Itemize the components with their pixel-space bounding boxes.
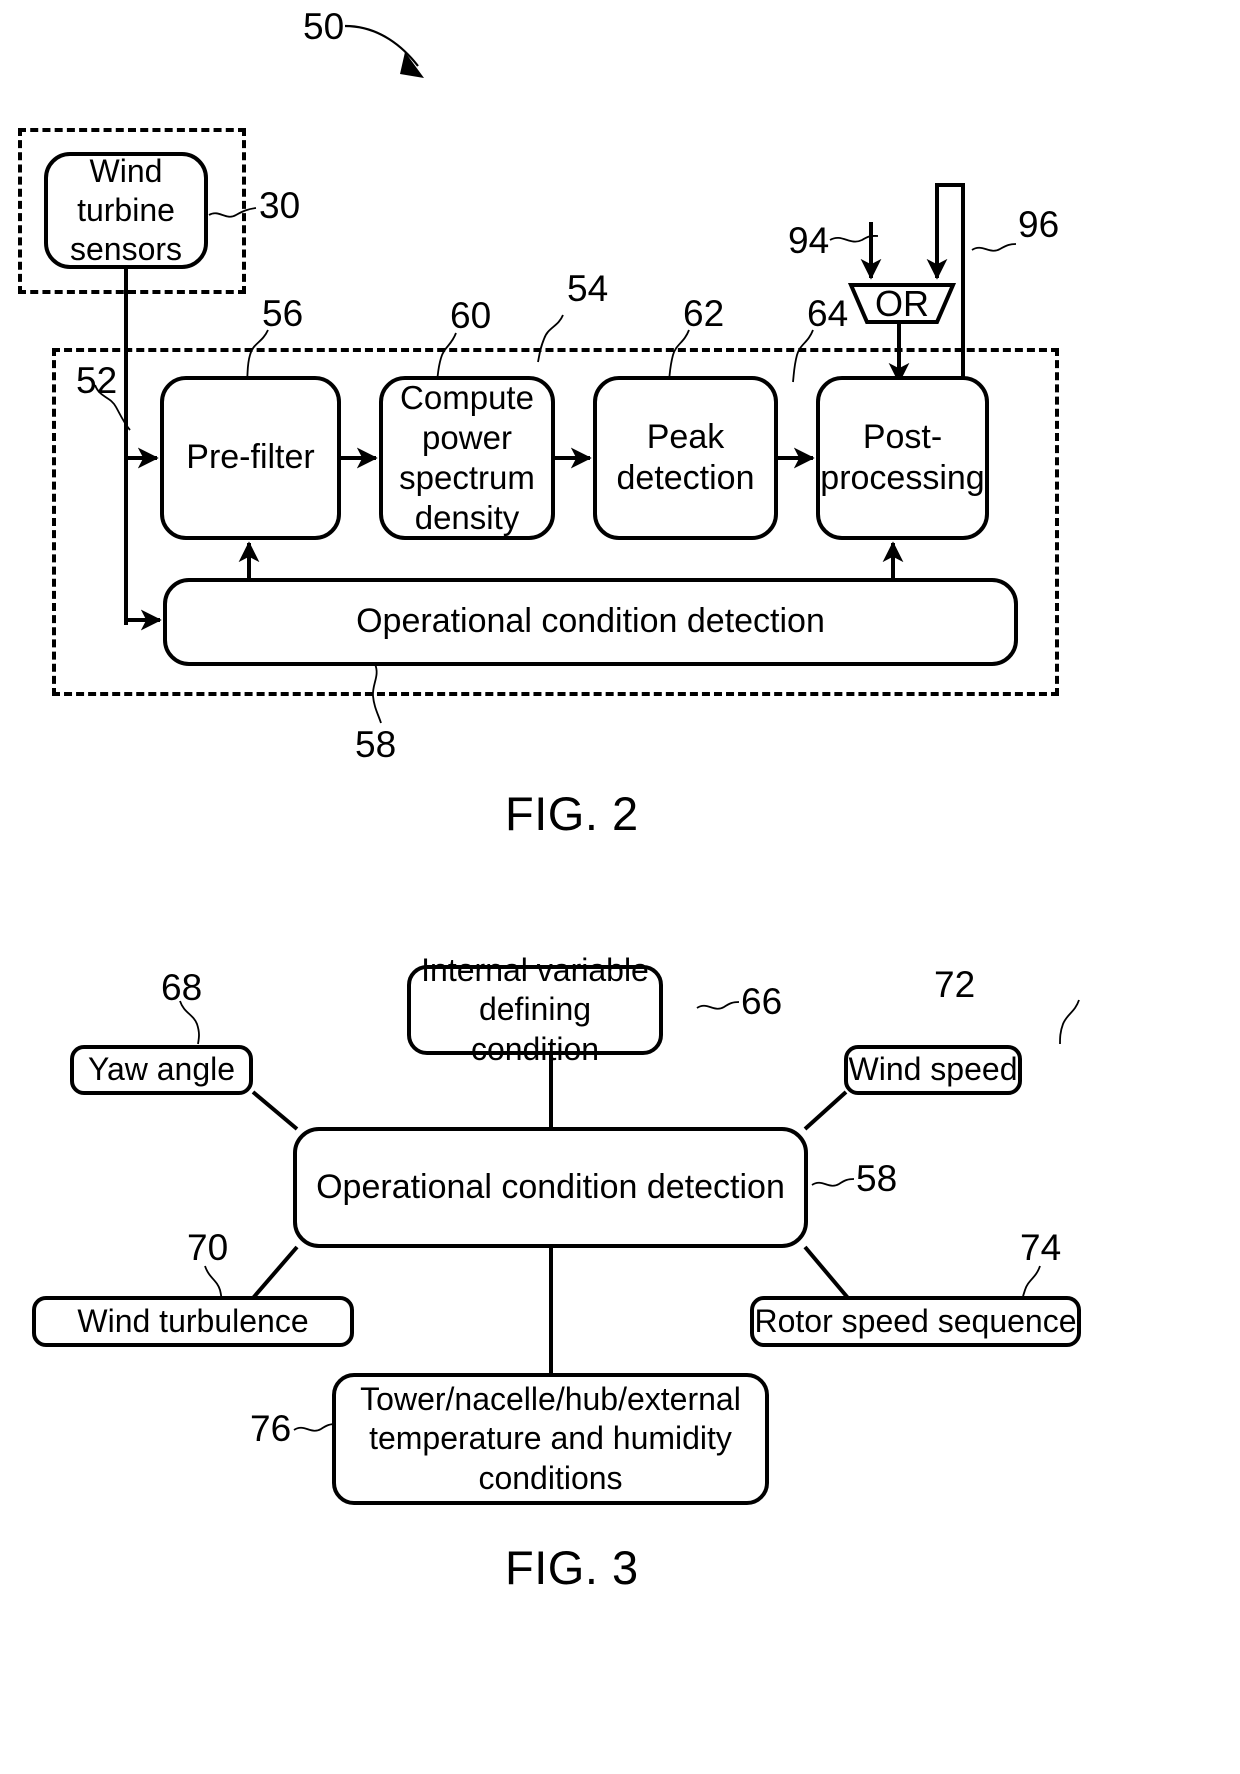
ref-numeral-72: 72 bbox=[934, 964, 976, 1005]
ref-numeral-68: 68 bbox=[161, 967, 203, 1008]
connector-70 bbox=[251, 1245, 299, 1300]
node-label: Wind turbine sensors bbox=[69, 152, 183, 268]
connector-72 bbox=[803, 1090, 848, 1131]
node-label: Yaw angle bbox=[87, 1051, 236, 1088]
or-gate-text: OR bbox=[875, 282, 929, 324]
ref-66-leader bbox=[696, 1001, 740, 1010]
node-label: Post-processing bbox=[820, 417, 985, 497]
patent-figure-sheet: Wind turbine sensors Pre-filter Compute … bbox=[0, 0, 1240, 1774]
node-pre-filter[interactable]: Pre-filter bbox=[160, 376, 341, 540]
figure-2-caption: FIG. 2 bbox=[505, 787, 639, 840]
ref-96-leader bbox=[971, 243, 1017, 252]
node-wind-turbine-sensors[interactable]: Wind turbine sensors bbox=[44, 152, 208, 269]
or-gate-label: OR bbox=[873, 282, 931, 324]
ref-numeral-30: 30 bbox=[259, 185, 301, 226]
ref-50-leader bbox=[344, 24, 424, 78]
ref-numeral-58-fig2: 58 bbox=[355, 724, 397, 765]
node-temperature-humidity[interactable]: Tower/nacelle/hub/external temperature a… bbox=[332, 1373, 769, 1505]
ref-numeral-58-fig3: 58 bbox=[856, 1158, 898, 1199]
ref-numeral-94: 94 bbox=[788, 220, 830, 261]
node-compute-psd[interactable]: Compute power spectrum density bbox=[379, 376, 555, 540]
node-label: Tower/nacelle/hub/external temperature a… bbox=[360, 1381, 741, 1496]
node-wind-speed[interactable]: Wind speed bbox=[844, 1045, 1022, 1095]
node-label: Compute power spectrum density bbox=[399, 378, 535, 537]
ref-numeral-54: 54 bbox=[567, 268, 609, 309]
node-operational-condition-detection-fig2[interactable]: Operational condition detection bbox=[163, 578, 1018, 666]
node-label: Peak detection bbox=[616, 417, 755, 497]
node-rotor-speed-sequence[interactable]: Rotor speed sequence bbox=[750, 1296, 1081, 1347]
connector-68 bbox=[251, 1090, 299, 1131]
node-label: Wind turbulence bbox=[77, 1302, 309, 1339]
node-label: Wind speed bbox=[848, 1051, 1018, 1088]
node-label: Rotor speed sequence bbox=[754, 1302, 1077, 1339]
ref-numeral-52: 52 bbox=[76, 360, 118, 401]
ref-numeral-76: 76 bbox=[250, 1408, 292, 1449]
node-internal-variable[interactable]: Internal variable defining condition bbox=[407, 952, 663, 1067]
node-label: Pre-filter bbox=[186, 438, 315, 477]
ref-58b-leader bbox=[811, 1178, 855, 1187]
ref-numeral-60: 60 bbox=[450, 295, 492, 336]
ref-numeral-62: 62 bbox=[683, 293, 725, 334]
ref-numeral-56: 56 bbox=[262, 293, 304, 334]
connector-74 bbox=[803, 1245, 850, 1300]
ref-numeral-70: 70 bbox=[187, 1227, 229, 1268]
node-label: Operational condition detection bbox=[356, 602, 825, 641]
node-post-processing[interactable]: Post-processing bbox=[816, 376, 989, 540]
ref-numeral-74: 74 bbox=[1020, 1227, 1062, 1268]
node-peak-detection[interactable]: Peak detection bbox=[593, 376, 778, 540]
node-label: Operational condition detection bbox=[316, 1167, 785, 1206]
ref-numeral-66: 66 bbox=[741, 981, 783, 1022]
figure-3-caption: FIG. 3 bbox=[505, 1541, 639, 1594]
ref-numeral-64: 64 bbox=[807, 293, 849, 334]
ref-numeral-96: 96 bbox=[1018, 204, 1060, 245]
node-yaw-angle[interactable]: Yaw angle bbox=[70, 1045, 253, 1095]
ref-numeral-50: 50 bbox=[303, 6, 345, 47]
ref-76-leader bbox=[293, 1423, 337, 1432]
node-operational-condition-detection-fig3[interactable]: Operational condition detection bbox=[293, 1127, 808, 1248]
node-label: Internal variable defining condition bbox=[421, 952, 649, 1067]
node-wind-turbulence[interactable]: Wind turbulence bbox=[32, 1296, 354, 1347]
